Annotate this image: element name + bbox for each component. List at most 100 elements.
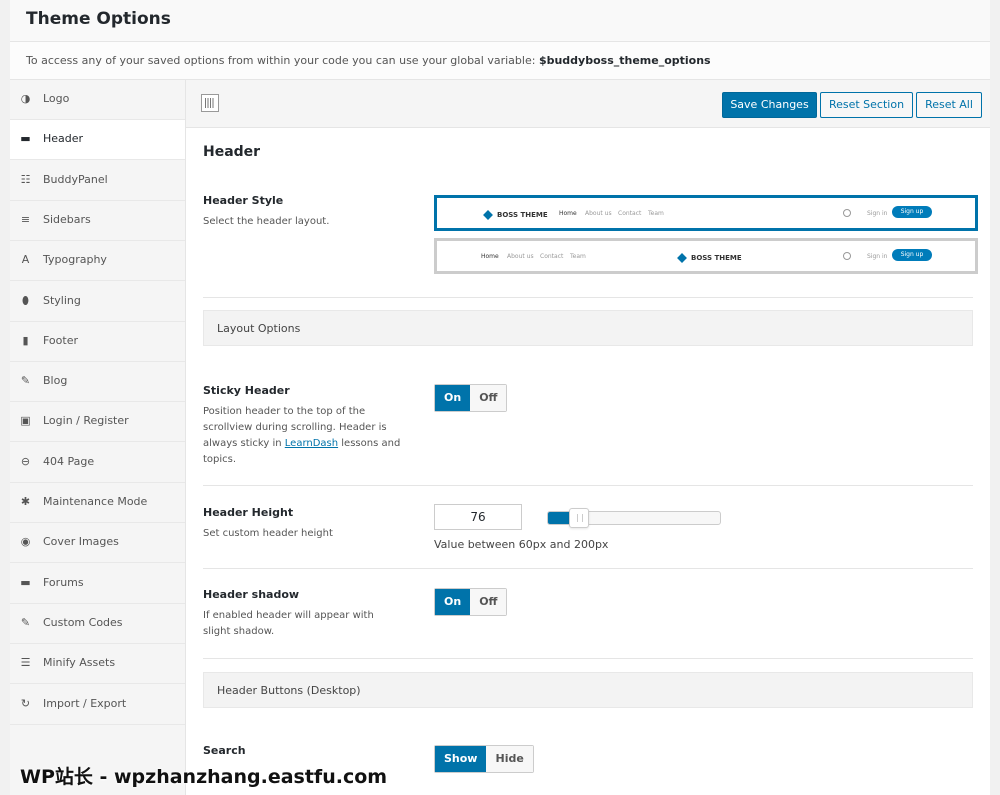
layout-toggle-icon[interactable] xyxy=(201,94,219,112)
preview-logo-text: BOSS THEME xyxy=(691,254,742,262)
font-icon: A xyxy=(21,253,30,267)
info-variable: $buddyboss_theme_options xyxy=(538,54,711,67)
info-bar: To access any of your saved options from… xyxy=(10,42,990,80)
edit-icon: ✎ xyxy=(20,374,31,388)
watermark: WP站长 - wpzhanzhang.eastfu.com xyxy=(20,766,388,788)
sticky-header-off-button[interactable]: Off xyxy=(470,385,507,411)
search-show-button[interactable]: Show xyxy=(435,746,487,772)
sidebar-item-maintenance-mode[interactable]: ✱ Maintenance Mode xyxy=(10,483,185,523)
preview-nav-item: About us xyxy=(585,210,612,217)
header-height-slider[interactable] xyxy=(547,508,721,528)
search-label: Search xyxy=(203,744,246,757)
header-shadow-off-button[interactable]: Off xyxy=(470,589,507,615)
header-shadow-label: Header shadow xyxy=(203,588,300,601)
toolbar: Save Changes Reset Section Reset All xyxy=(186,80,990,128)
sidebar-item-buddypanel[interactable]: ☷ BuddyPanel xyxy=(10,161,185,201)
divider xyxy=(203,485,973,486)
slider-handle[interactable] xyxy=(568,508,589,528)
header-style-label: Header Style xyxy=(203,194,284,207)
sticky-header-on-button[interactable]: On xyxy=(435,385,471,411)
sidebar-item-label: Login / Register xyxy=(43,414,129,428)
preview-signin: Sign in xyxy=(867,253,888,260)
sidebar-item-label: Sidebars xyxy=(43,212,91,226)
preview-search-icon xyxy=(843,252,851,260)
preview-nav-item: Contact xyxy=(618,210,642,217)
sticky-header-desc: Position header to the top of the scroll… xyxy=(203,404,403,468)
preview-nav-item: Home xyxy=(481,253,499,260)
sidebar-item-styling[interactable]: ⬮ Styling xyxy=(10,282,185,322)
sidebar-item-label: Minify Assets xyxy=(43,656,116,670)
page-header: Theme Options xyxy=(10,0,990,42)
minus-circle-icon: ⊖ xyxy=(20,454,31,468)
sidebar-item-login-register[interactable]: ▣ Login / Register xyxy=(10,402,185,443)
preview-nav-item: Team xyxy=(570,253,586,260)
header-buttons-heading: Header Buttons (Desktop) xyxy=(203,672,973,708)
logo-mark-icon xyxy=(483,210,493,220)
preview-logo-text: BOSS THEME xyxy=(497,211,548,219)
sidebar-item-label: Forums xyxy=(43,575,84,589)
divider xyxy=(203,658,973,659)
preview-logo: BOSS THEME xyxy=(677,253,742,263)
header-style-option-1[interactable]: BOSS THEME Home About us Contact Team Sign in… xyxy=(434,195,978,231)
sidebar-item-typography[interactable]: A Typography xyxy=(10,241,185,282)
preview-signin: Sign in xyxy=(867,210,888,217)
page-title: Theme Options xyxy=(26,9,171,29)
bookmark-icon: ▮ xyxy=(22,333,29,347)
learndash-link[interactable]: LearnDash xyxy=(285,438,338,449)
camera-icon: ◉ xyxy=(20,535,31,549)
sidebar-item-import-export[interactable]: ↻ Import / Export xyxy=(10,685,185,725)
sidebar-item-forums[interactable]: ▬ Forums xyxy=(10,564,185,604)
chat-icon: ▬ xyxy=(20,575,31,589)
save-changes-button[interactable]: Save Changes xyxy=(722,92,817,118)
sidebar-item-sidebars[interactable]: ≡ Sidebars xyxy=(10,201,185,241)
info-text: To access any of your saved options from… xyxy=(26,54,711,67)
preview-nav-item: Contact xyxy=(540,253,564,260)
reset-all-button[interactable]: Reset All xyxy=(916,92,982,118)
preview-nav-item: Team xyxy=(648,210,664,217)
refresh-icon: ↻ xyxy=(20,696,31,710)
header-height-desc: Set custom header height xyxy=(203,528,333,539)
sidebar-item-404-page[interactable]: ⊖ 404 Page xyxy=(10,443,185,483)
sidebar-item-label: Custom Codes xyxy=(43,615,123,629)
header-card-icon: ▬ xyxy=(20,132,31,146)
header-buttons-label: Header Buttons (Desktop) xyxy=(217,684,361,697)
sidebar-item-blog[interactable]: ✎ Blog xyxy=(10,362,185,403)
header-height-input[interactable] xyxy=(434,504,522,530)
sidebar-item-label: Header xyxy=(43,132,84,146)
layout-options-label: Layout Options xyxy=(217,322,301,335)
sidebar-item-header[interactable]: ▬ Header xyxy=(10,120,185,161)
gear-icon: ✱ xyxy=(20,495,31,508)
sidebar-item-label: Typography xyxy=(43,253,107,267)
search-hide-button[interactable]: Hide xyxy=(486,746,533,772)
section-title: Header xyxy=(203,144,261,160)
header-shadow-toggle: On Off xyxy=(434,588,508,616)
list-icon: ☰ xyxy=(20,656,31,670)
edit-icon: ✎ xyxy=(20,615,31,629)
header-style-option-2[interactable]: Home About us Contact Team BOSS THEME Sign in… xyxy=(434,238,978,274)
sidebar-item-cover-images[interactable]: ◉ Cover Images xyxy=(10,523,185,564)
header-shadow-on-button[interactable]: On xyxy=(435,589,471,615)
sidebar-item-label: Logo xyxy=(43,92,70,105)
divider xyxy=(203,297,973,298)
list-icon: ☷ xyxy=(20,172,31,186)
sidebar-item-custom-codes[interactable]: ✎ Custom Codes xyxy=(10,604,185,644)
sidebar-item-label: BuddyPanel xyxy=(43,172,108,186)
drop-icon: ⬮ xyxy=(22,293,29,307)
sidebar-item-label: Maintenance Mode xyxy=(43,495,148,508)
preview-signup: Sign up xyxy=(892,249,932,261)
divider xyxy=(203,568,973,569)
sidebar-item-label: 404 Page xyxy=(43,454,95,468)
sidebar-item-label: Cover Images xyxy=(43,535,119,549)
preview-search-icon xyxy=(843,209,851,217)
reset-section-button[interactable]: Reset Section xyxy=(820,92,913,118)
header-style-desc: Select the header layout. xyxy=(203,216,330,227)
sidebar-item-footer[interactable]: ▮ Footer xyxy=(10,322,185,362)
sidebar-item-minify-assets[interactable]: ☰ Minify Assets xyxy=(10,644,185,685)
sticky-header-label: Sticky Header xyxy=(203,384,290,397)
header-height-range-text: Value between 60px and 200px xyxy=(434,538,609,551)
sidebar-item-label: Blog xyxy=(43,374,68,388)
sidebar-item-logo[interactable]: ◑ Logo xyxy=(10,80,185,120)
options-sidebar: ◑ Logo ▬ Header ☷ BuddyPanel ≡ Sidebars A Typogra… xyxy=(10,80,186,795)
header-shadow-desc: If enabled header will appear with sligh… xyxy=(203,610,374,637)
search-toggle: Show Hide xyxy=(434,745,534,773)
